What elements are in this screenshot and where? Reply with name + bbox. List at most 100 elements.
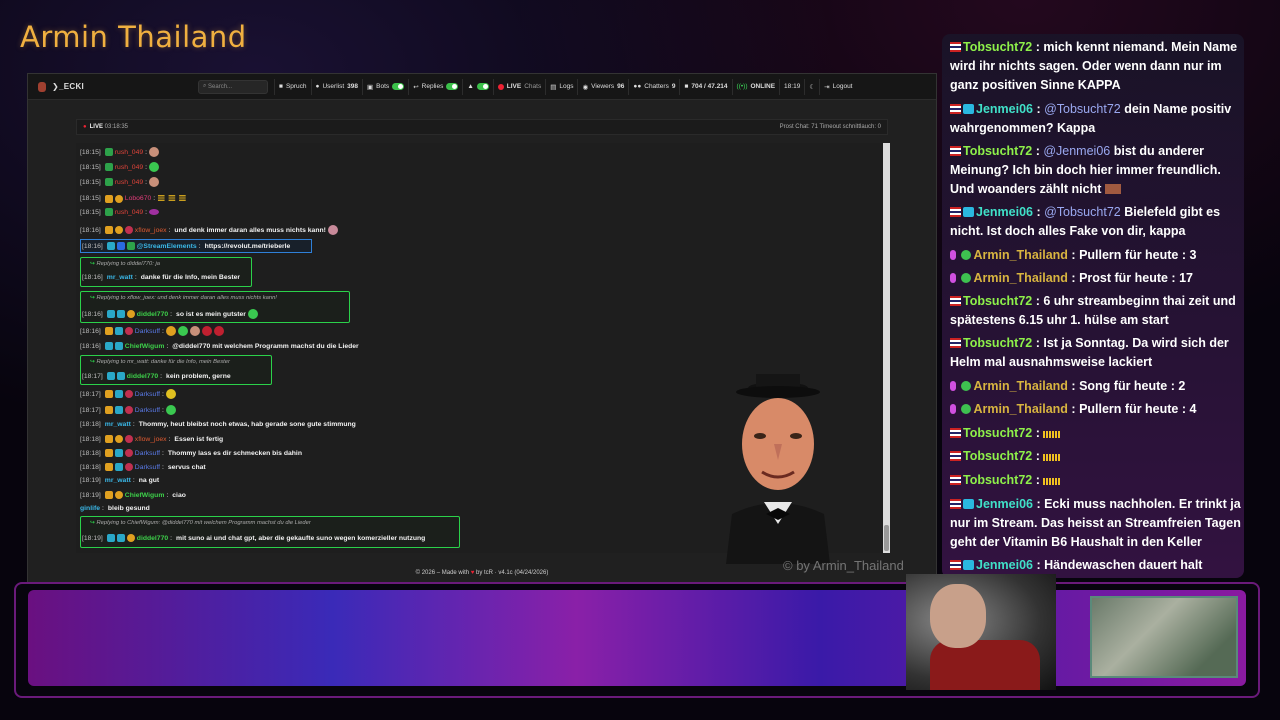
nav-brand[interactable]: ❯_ECKI: [28, 81, 198, 92]
chat-line: [18:16] ChiefWigum: @diddel770 mit welchem…: [80, 342, 359, 350]
username[interactable]: diddel770: [137, 311, 168, 318]
chat-app-window: ❯_ECKI ⌕ Search... ■ Spruch ● Userlist 398 …: [27, 73, 937, 583]
chat-line: [18:17] Darksuff:: [80, 405, 176, 415]
username: Tobsucht72: [963, 40, 1033, 54]
username: Tobsucht72: [963, 336, 1033, 350]
wings-emote-icon: 𝌆 𝌆 𝌆: [157, 193, 187, 203]
username[interactable]: rush_049: [115, 149, 143, 156]
replies-toggle[interactable]: ↩ Replies: [408, 78, 462, 95]
viewers-button[interactable]: ◉ Viewers 96: [577, 78, 628, 95]
username[interactable]: ginlife: [80, 505, 100, 512]
username[interactable]: xflow_joex: [135, 227, 167, 234]
sound-toggle[interactable]: ▲: [462, 78, 492, 95]
brand-text: ECKI: [63, 82, 85, 91]
streamer-shirt: [930, 640, 1040, 690]
subscriber-badge-icon: [104, 163, 113, 171]
flag-icon: [950, 104, 961, 114]
username[interactable]: xflow_joex: [135, 436, 167, 443]
message-text: Essen ist fertig: [174, 435, 224, 443]
sound-switch[interactable]: [476, 83, 489, 90]
message-text: servus chat: [167, 463, 206, 471]
scrollbar-thumb[interactable]: [884, 525, 889, 551]
timestamp: [18:18]: [80, 435, 101, 443]
username[interactable]: mr_watt: [105, 421, 131, 428]
logout-label: Logout: [832, 83, 853, 90]
overlay-message: Jenmei06 : Ecki muss nachholen. Er trink…: [950, 497, 1241, 549]
timestamp: [18:16]: [80, 226, 101, 234]
stream-overlay-chat: Tobsucht72 : mich kennt niemand. Mein Na…: [942, 34, 1244, 578]
mod-badge-icon: [116, 242, 125, 250]
chat-line: [18:18] mr_watt: Thommy, heut bleibst noch…: [80, 421, 356, 428]
outdoor-camera-thumbnail: [1090, 596, 1238, 678]
sub-badge-icon: [114, 463, 123, 471]
emote-icon: [189, 326, 200, 336]
badge-icon: [963, 499, 974, 509]
username[interactable]: diddel770: [127, 373, 158, 380]
theme-toggle[interactable]: ☾: [804, 78, 819, 95]
bots-toggle[interactable]: ▣ Bots: [362, 78, 408, 95]
emote-icon: [1104, 184, 1121, 194]
message-text: Thommy lass es dir schmecken bis dahin: [167, 449, 302, 457]
username: Jenmei06: [976, 205, 1033, 219]
username[interactable]: ChiefWigum: [125, 343, 165, 350]
portrait-image: [726, 374, 830, 564]
verified-icon: [961, 250, 972, 260]
replies-switch[interactable]: [446, 83, 459, 90]
message-text: mit suno ai und chat gpt, aber die gekau…: [176, 534, 426, 542]
spruch-button[interactable]: ■ Spruch: [274, 78, 311, 95]
username[interactable]: Darksuff: [135, 450, 160, 457]
live-label: LIVE: [506, 83, 522, 90]
avatar-icon: [38, 81, 46, 92]
heart-badge-icon: [124, 226, 133, 234]
username[interactable]: rush_049: [115, 209, 143, 216]
bots-switch[interactable]: [392, 83, 405, 90]
userlist-button[interactable]: ● Userlist 398: [310, 78, 362, 95]
chat-scrollbar[interactable]: [883, 143, 890, 553]
overlay-message: Tobsucht72 :: [950, 447, 1242, 466]
username[interactable]: Lobo670: [125, 195, 151, 202]
message-link[interactable]: https://revolut.me/trieberle: [205, 243, 291, 250]
sub-badge-icon: [116, 534, 125, 542]
username[interactable]: diddel770: [137, 535, 168, 542]
live-status-label: LIVE: [89, 124, 103, 130]
face-emote-icon: [327, 225, 338, 235]
mention: @Tobsucht72: [1044, 205, 1121, 219]
username[interactable]: Darksuff: [135, 407, 160, 414]
username[interactable]: @StreamElements: [137, 243, 197, 250]
username[interactable]: mr_watt: [107, 274, 133, 281]
userlist-label: Userlist: [322, 83, 345, 90]
verified-badge-icon: [126, 242, 135, 250]
username[interactable]: Darksuff: [135, 328, 160, 335]
username: Tobsucht72: [963, 473, 1033, 487]
logs-button[interactable]: ▤ Logs: [545, 78, 577, 95]
username[interactable]: rush_049: [115, 179, 143, 186]
username[interactable]: Darksuff: [135, 464, 160, 471]
search-input[interactable]: ⌕ Search...: [198, 79, 268, 94]
vip-badge-icon: [104, 342, 113, 350]
emote-icon: [177, 326, 188, 336]
username[interactable]: rush_049: [115, 164, 143, 171]
username[interactable]: mr_watt: [105, 477, 131, 484]
vip-badge-icon: [104, 327, 113, 335]
username: Tobsucht72: [963, 144, 1033, 158]
overlay-message: Tobsucht72 :: [950, 471, 1242, 490]
top-navbar: ❯_ECKI ⌕ Search... ■ Spruch ● Userlist 398 …: [28, 74, 936, 100]
flag-icon: [950, 296, 961, 306]
chatters-button[interactable]: ●● Chatters 9: [628, 78, 679, 95]
username[interactable]: ChiefWigum: [125, 492, 165, 499]
viewers-count: 96: [617, 83, 625, 90]
bits-badge-icon: [114, 226, 123, 234]
reply-arrow-icon: ↪: [90, 359, 95, 365]
chat-line: [18:19] diddel770: mit suno ai und chat gp…: [82, 534, 426, 542]
message-text: :: [153, 195, 156, 202]
overlay-message: Armin_Thailand : Pullern für heute : 3: [950, 246, 1242, 265]
reply-text: Replying to ChiefWigum: @diddel770 mit w…: [96, 520, 311, 526]
reply-context: ↪ Replying to diddel770: ja: [90, 261, 160, 267]
bits-badge-icon: [114, 435, 123, 443]
live-chats-button[interactable]: LIVE Chats: [492, 78, 545, 95]
emote-icon: [247, 309, 258, 319]
logout-button[interactable]: ⇥ Logout: [819, 78, 856, 95]
message-text: :: [161, 406, 164, 414]
signal-icon: ((•)): [736, 83, 748, 90]
username[interactable]: Darksuff: [135, 391, 160, 398]
